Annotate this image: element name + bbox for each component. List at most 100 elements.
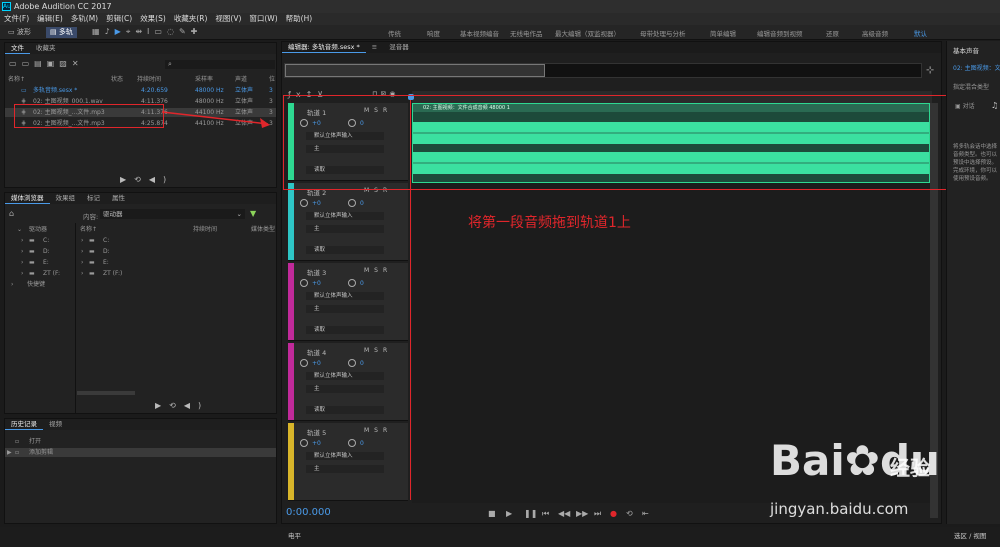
input-select[interactable]: 默认立体声输入 — [306, 212, 384, 220]
volume-icon[interactable]: ◀) — [184, 401, 209, 410]
volume-knob[interactable] — [300, 279, 308, 287]
track-name[interactable]: 轨道 4 — [307, 347, 326, 357]
workspace-restore[interactable]: 还原 — [826, 28, 839, 38]
automation-mode[interactable]: 读取 — [306, 406, 384, 414]
stop-icon[interactable]: ■ — [488, 509, 496, 518]
razor-tool-icon[interactable]: ⌖ — [126, 27, 136, 36]
list-item[interactable]: › ▬ D: — [77, 247, 277, 256]
mute-solo-record[interactable]: MSR — [364, 427, 392, 434]
volume-knob[interactable] — [300, 359, 308, 367]
output-select[interactable]: 主 — [306, 385, 384, 393]
pan-knob[interactable] — [348, 359, 356, 367]
selection-tool-icon[interactable]: ▶ — [115, 27, 126, 36]
skip-icon[interactable]: ⇤ — [642, 509, 649, 518]
workspace-dual-monitor[interactable]: 最大编辑（双监视器） — [555, 28, 620, 38]
content-select[interactable]: 驱动器 ⌄ — [100, 209, 245, 219]
tab-history[interactable]: 历史记录 — [5, 419, 43, 430]
slip-tool-icon[interactable]: ⇹ — [135, 27, 147, 36]
close-file-icon[interactable]: ▣ — [47, 59, 60, 68]
dialogue-type-button[interactable]: ▣ 对话 — [955, 101, 975, 110]
spectral-icon[interactable]: ▦ — [92, 27, 105, 36]
pan-knob[interactable] — [348, 439, 356, 447]
go-to-start-icon[interactable]: ⏮ — [542, 509, 549, 519]
tree-item[interactable]: › 快捷键 — [11, 280, 75, 289]
tab-markers[interactable]: 标记 — [81, 193, 106, 204]
delete-icon[interactable]: ✕ — [72, 59, 84, 68]
import-icon[interactable]: ▭ — [22, 59, 35, 68]
volume-icon[interactable]: ◀) — [149, 175, 174, 184]
list-item[interactable]: › ▬ E: — [77, 258, 277, 267]
lasso-icon[interactable]: ◌ — [167, 27, 179, 36]
tree-item[interactable]: › ▬ E: — [21, 258, 75, 267]
track-name[interactable]: 轨道 3 — [307, 267, 326, 277]
music-icon[interactable]: ♫ — [991, 101, 998, 110]
menu-favorites[interactable]: 收藏夹(R) — [170, 13, 212, 25]
output-select[interactable]: 主 — [306, 225, 384, 233]
menu-view[interactable]: 视图(V) — [211, 13, 245, 25]
pan-knob[interactable] — [348, 199, 356, 207]
volume-knob[interactable] — [300, 439, 308, 447]
history-item[interactable]: ▫ 打开 — [5, 437, 276, 446]
history-item[interactable]: ▶ ▫ 添加剪辑 — [5, 448, 276, 457]
menu-clip[interactable]: 剪辑(C) — [102, 13, 136, 25]
tab-media-browser[interactable]: 媒体浏览器 — [5, 193, 50, 204]
list-item[interactable]: › ▬ C: — [77, 236, 277, 245]
spot-heal-icon[interactable]: ✚ — [191, 27, 203, 36]
multitrack-view-button[interactable]: ▤ 多轨 — [46, 27, 77, 38]
brush-icon[interactable]: ✎ — [179, 27, 191, 36]
overview-viewport[interactable] — [285, 64, 545, 77]
insert-icon[interactable]: ▨ — [59, 59, 72, 68]
pan-knob[interactable] — [348, 279, 356, 287]
table-row[interactable]: ▭ 多轨音频.sesx * 4:20.659 48000 Hz 立体声 3 — [5, 86, 276, 95]
input-select[interactable]: 默认立体声输入 — [306, 292, 384, 300]
timecode-display[interactable]: 0:00.000 — [286, 507, 331, 518]
session-overview[interactable] — [284, 63, 922, 78]
fast-forward-icon[interactable]: ▶▶ — [576, 509, 588, 518]
open-file-icon[interactable]: ▭ — [9, 59, 22, 68]
tree-item[interactable]: ⌄ 驱动器 — [17, 225, 75, 234]
tab-mixer[interactable]: 混音器 — [383, 42, 415, 53]
menu-file[interactable]: 文件(F) — [0, 13, 33, 25]
tab-properties[interactable]: 属性 — [106, 193, 131, 204]
loop-icon[interactable]: ⟲ — [626, 509, 633, 518]
record-icon[interactable]: ● — [610, 509, 617, 518]
tab-video[interactable]: 视频 — [43, 419, 68, 430]
mute-solo-record[interactable]: MSR — [364, 267, 392, 274]
loop-icon[interactable]: ⟲ — [134, 175, 149, 184]
pause-icon[interactable]: ❚❚ — [524, 509, 537, 518]
tab-editor[interactable]: 编辑器: 多轨音频.sesx * — [282, 42, 366, 53]
pitch-icon[interactable]: ♪ — [105, 27, 115, 36]
workspace-advanced-audio[interactable]: 高级音频 — [862, 28, 888, 38]
track-name[interactable]: 轨道 5 — [307, 427, 326, 437]
input-select[interactable]: 默认立体声输入 — [306, 372, 384, 380]
media-home-icon[interactable]: ⌂ — [9, 209, 14, 218]
files-search-input[interactable]: ⌕ — [165, 60, 275, 69]
tab-favorites[interactable]: 收藏夹 — [30, 43, 62, 54]
new-file-icon[interactable]: ▤ — [34, 59, 47, 68]
menu-multitrack[interactable]: 多轨(M) — [67, 13, 102, 25]
play-icon[interactable]: ▶ — [120, 175, 134, 184]
marquee-icon[interactable]: ▭ — [154, 27, 167, 36]
workspace-default[interactable]: 默认 — [914, 28, 927, 38]
zoom-icon[interactable]: ⊹ — [926, 65, 934, 76]
tree-item[interactable]: › ▬ C: — [21, 236, 75, 245]
loop-icon[interactable]: ⟲ — [169, 401, 184, 410]
menu-window[interactable]: 窗口(W) — [245, 13, 281, 25]
menu-edit[interactable]: 编辑(E) — [33, 13, 67, 25]
tree-item[interactable]: › ▬ ZT (F: — [21, 269, 75, 278]
tab-effects-rack[interactable]: 效果组 — [50, 193, 82, 204]
volume-knob[interactable] — [300, 199, 308, 207]
tab-files[interactable]: 文件 — [5, 43, 30, 54]
workspace-mastering[interactable]: 母带处理与分析 — [640, 28, 686, 38]
workspace-audio-to-video[interactable]: 编辑音频到视频 — [757, 28, 803, 38]
mute-solo-record[interactable]: MSR — [364, 347, 392, 354]
filter-icon[interactable]: ▼ — [250, 209, 256, 218]
panel-menu-icon[interactable]: ≡ — [366, 42, 383, 53]
automation-mode[interactable]: 读取 — [306, 246, 384, 254]
output-select[interactable]: 主 — [306, 305, 384, 313]
tree-item[interactable]: › ▬ D: — [21, 247, 75, 256]
workspace-simple-edit[interactable]: 简单编辑 — [710, 28, 736, 38]
workspace-basic-video[interactable]: 基本视频编音 — [460, 28, 499, 38]
menu-help[interactable]: 帮助(H) — [282, 13, 317, 25]
horizontal-scrollbar[interactable] — [77, 391, 135, 395]
